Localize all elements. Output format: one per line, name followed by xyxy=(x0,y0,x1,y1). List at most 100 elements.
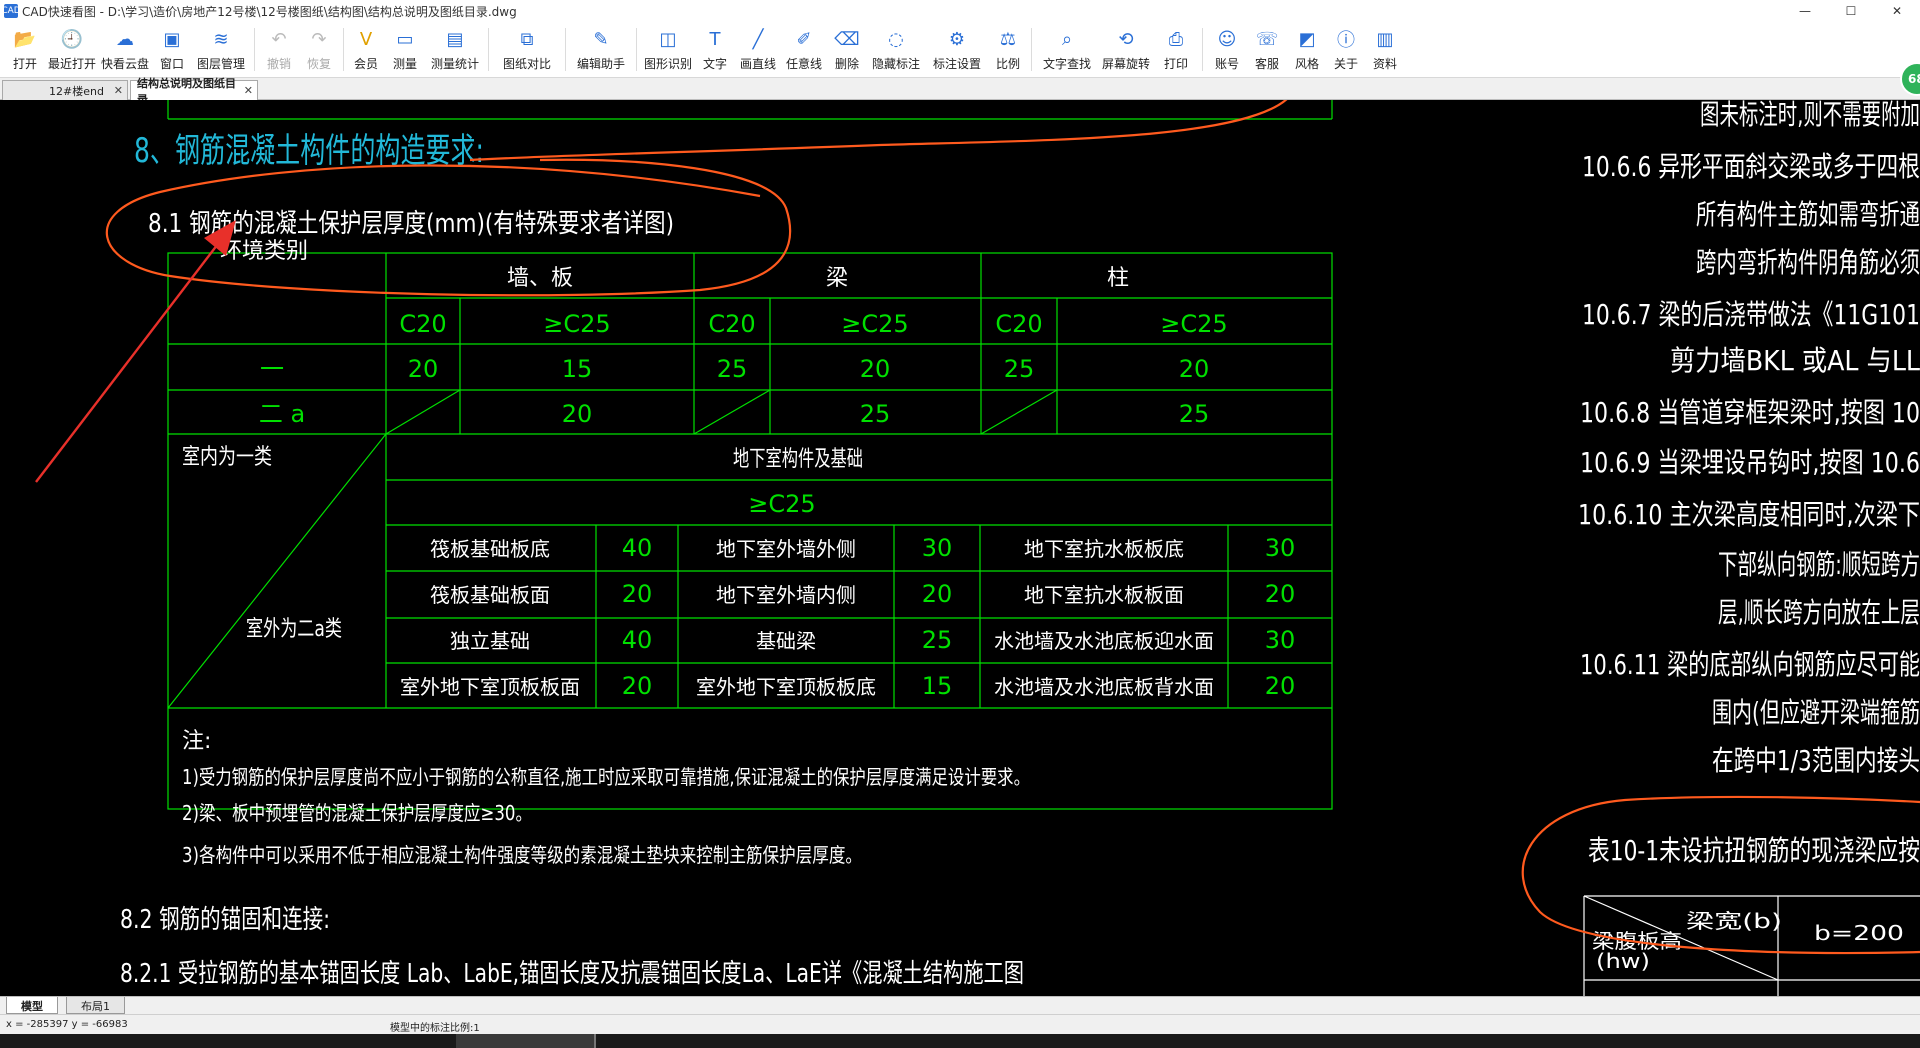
style-icon: ◩ xyxy=(1298,28,1316,50)
close-tab-icon[interactable]: ✕ xyxy=(244,84,253,97)
cover-value: 20 xyxy=(1265,672,1296,700)
tab-12-building-end[interactable]: 12#楼end ✕ xyxy=(2,80,128,100)
toolbar-label: 屏幕旋转 xyxy=(1101,57,1150,71)
drawing-canvas[interactable]: 8、钢筋混凝土构件的构造要求: 8.1 钢筋的混凝土保护层厚度(mm)(有特殊要求… xyxy=(0,100,1920,996)
docs-icon: ▥ xyxy=(1376,28,1394,50)
toolbar-button-16[interactable]: ⌫ 删除 xyxy=(827,22,867,77)
right-column-text: 10.6.6 异形平面斜交梁或多于四根 xyxy=(1582,150,1920,183)
maximize-button[interactable]: ☐ xyxy=(1828,0,1874,22)
text-search-icon: ⌕ xyxy=(1061,28,1073,50)
note-line: 注: xyxy=(182,729,211,754)
right-column-text: 跨内弯折构件阴角筋必须 xyxy=(1696,246,1920,279)
red-arrow-annotation xyxy=(35,220,236,483)
toolbar-button-13[interactable]: T 文字 xyxy=(695,22,735,77)
toolbar-button-9[interactable]: ▤ 测量统计 xyxy=(426,22,484,77)
toolbar-label: 图形识别 xyxy=(643,57,692,71)
toolbar-button-17[interactable]: ◌ 隐藏标注 xyxy=(867,22,925,77)
component-label: 筏板基础板底 xyxy=(430,537,550,561)
toolbar-button-24[interactable]: ☏ 客服 xyxy=(1247,22,1287,77)
component-label: 筏板基础板面 xyxy=(430,583,550,607)
toolbar-button-26[interactable]: ⓘ 关于 xyxy=(1327,22,1365,77)
concrete-grade: ≥C25 xyxy=(841,310,908,338)
right-column-text: 在跨中1/3范围内接头 xyxy=(1712,744,1920,777)
info-icon: ⓘ xyxy=(1337,30,1355,51)
hide-annotation-icon: ◌ xyxy=(888,28,904,50)
right-column-text: 10.6.7 梁的后浇带做法《11G101 xyxy=(1582,298,1920,331)
toolbar-button-21[interactable]: ⟲ 屏幕旋转 xyxy=(1098,22,1154,77)
cover-value: 20 xyxy=(1265,580,1296,608)
line-icon: ╱ xyxy=(752,28,764,50)
cad-drawing[interactable]: 8、钢筋混凝土构件的构造要求:8.1 钢筋的混凝土保护层厚度(mm)(有特殊要求… xyxy=(0,100,1920,996)
cover-value: 25 xyxy=(860,400,891,428)
annotation-settings-icon: ⚙ xyxy=(948,28,966,50)
toolbar-button-6[interactable]: ↷ 恢复 xyxy=(299,22,339,77)
right-column-text: b=200 xyxy=(1814,921,1904,945)
env-category-header: 环境类别 xyxy=(220,239,308,264)
cover-value: 20 xyxy=(408,355,439,383)
toolbar-label: 图层管理 xyxy=(196,57,245,71)
toolbar-label: 快看云盘 xyxy=(100,57,149,71)
component-label: 地下室抗水板板面 xyxy=(1024,583,1184,607)
toolbar-separator xyxy=(565,28,566,71)
toolbar-button-1[interactable]: 🕘 最近打开 xyxy=(46,22,98,77)
cover-value: 15 xyxy=(562,355,593,383)
top-partial-table xyxy=(167,100,1333,120)
cover-value: 20 xyxy=(622,672,653,700)
toolbar-label: 客服 xyxy=(1254,57,1279,71)
toolbar-label: 编辑助手 xyxy=(576,57,625,71)
toolbar-button-20[interactable]: ⌕ 文字查找 xyxy=(1036,22,1098,77)
toolbar-button-4[interactable]: ≋ 图层管理 xyxy=(192,22,250,77)
toolbar-button-2[interactable]: ☁ 快看云盘 xyxy=(98,22,152,77)
toolbar-label: 会员 xyxy=(353,57,378,71)
toolbar-label: 测量 xyxy=(392,57,417,71)
toolbar-button-25[interactable]: ◩ 风格 xyxy=(1287,22,1327,77)
group-header: 墙、板 xyxy=(507,266,573,291)
toolbar-button-3[interactable]: ▣ 窗口 xyxy=(152,22,192,77)
tab-structure-general-notes[interactable]: 结构总说明及图纸目录 ✕ xyxy=(130,77,258,106)
close-window-button[interactable]: ✕ xyxy=(1874,0,1920,22)
toolbar-button-18[interactable]: ⚙ 标注设置 xyxy=(925,22,989,77)
minimize-button[interactable]: — xyxy=(1782,0,1828,22)
toolbar-button-23[interactable]: ☺ 账号 xyxy=(1207,22,1247,77)
cover-value: 25 xyxy=(717,355,748,383)
status-bar: x = -285397 y = -66983 模型中的标注比例:1 xyxy=(0,1014,1920,1034)
toolbar-button-7[interactable]: V 会员 xyxy=(348,22,384,77)
toolbar-button-27[interactable]: ▥ 资料 xyxy=(1365,22,1405,77)
toolbar-button-11[interactable]: ✎ 编辑助手 xyxy=(570,22,632,77)
toolbar-separator xyxy=(343,28,344,71)
toolbar-button-15[interactable]: ✐ 任意线 xyxy=(781,22,827,77)
close-tab-icon[interactable]: ✕ xyxy=(114,84,123,97)
toolbar-label: 关于 xyxy=(1333,57,1358,71)
toolbar-button-8[interactable]: ▭ 测量 xyxy=(384,22,426,77)
cover-value: 25 xyxy=(922,626,953,654)
cover-value: 25 xyxy=(1004,355,1035,383)
basement-header: 地下室构件及基础 xyxy=(733,447,863,472)
right-column-text: 梁宽(b) xyxy=(1686,909,1782,933)
concrete-grade: C20 xyxy=(399,310,446,338)
toolbar-button-14[interactable]: ╱ 画直线 xyxy=(735,22,781,77)
toolbar-button-22[interactable]: ⎙ 打印 xyxy=(1154,22,1198,77)
note-line: 1)受力钢筋的保护层厚度尚不应小于钢筋的公称直径,施工时应采取可靠措施,保证混凝… xyxy=(182,765,1030,789)
toolbar-button-19[interactable]: ⚖ 比例 xyxy=(989,22,1027,77)
layout-tab-layout1[interactable]: 布局1 xyxy=(66,997,125,1014)
layout-tab-model[interactable]: 模型 xyxy=(6,997,58,1014)
toolbar-separator xyxy=(636,28,637,71)
cover-value: 30 xyxy=(1265,626,1296,654)
toolbar-button-10[interactable]: ⧉ 图纸对比 xyxy=(493,22,561,77)
cad-text-layer: 8、钢筋混凝土构件的构造要求:8.1 钢筋的混凝土保护层厚度(mm)(有特殊要求… xyxy=(120,100,1920,989)
toolbar-button-5[interactable]: ↶ 撤销 xyxy=(259,22,299,77)
toolbar-separator xyxy=(488,28,489,71)
toolbar-button-12[interactable]: ◫ 图形识别 xyxy=(641,22,695,77)
concrete-grade: C20 xyxy=(995,310,1042,338)
component-label: 基础梁 xyxy=(756,629,816,653)
row-label-class-1: 一 xyxy=(260,355,284,383)
vip-icon: V xyxy=(359,28,373,50)
toolbar-label: 最近打开 xyxy=(47,57,96,71)
text-icon: T xyxy=(709,28,721,50)
toolbar-button-0[interactable]: 📂 打开 xyxy=(4,22,46,77)
scale-icon: ⚖ xyxy=(999,28,1017,50)
row-label-class-2a: 二 a xyxy=(259,400,305,428)
print-icon: ⎙ xyxy=(1168,28,1184,50)
component-label: 地下室抗水板板底 xyxy=(1024,537,1184,561)
right-column-text: 所有构件主筋如需弯折通 xyxy=(1696,198,1920,231)
